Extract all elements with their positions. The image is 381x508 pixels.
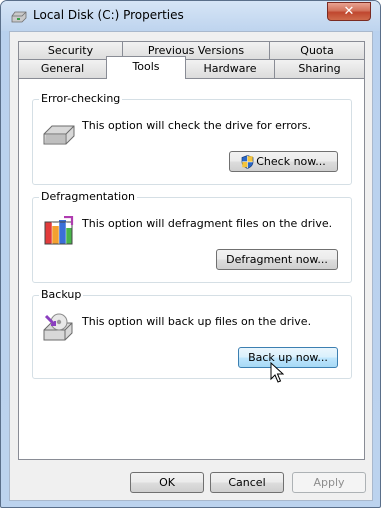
tab-label: Security [47, 44, 94, 57]
back-up-now-button[interactable]: Back up now... [238, 347, 338, 368]
apply-button[interactable]: Apply [292, 472, 366, 493]
button-label: Apply [313, 476, 345, 489]
backup-icon [43, 313, 73, 341]
defragment-now-button[interactable]: Defragment now... [216, 249, 338, 270]
close-icon: ✕ [343, 4, 355, 19]
tab-tools[interactable]: Tools [106, 56, 186, 79]
check-now-button[interactable]: Check now... [229, 151, 338, 172]
group-title: Error-checking [39, 92, 123, 105]
tab-sharing[interactable]: Sharing [274, 59, 365, 78]
mouse-cursor-icon [270, 362, 284, 383]
group-title: Backup [39, 288, 84, 301]
defragmentation-group: Defragmentation This option will defragm… [32, 190, 352, 283]
error-checking-group: Error-checking This option will check th… [32, 92, 352, 185]
tab-quota[interactable]: Quota [269, 41, 365, 60]
button-label: Cancel [228, 476, 266, 489]
tab-label: General [40, 62, 85, 75]
error-checking-description: This option will check the drive for err… [82, 119, 311, 132]
button-label: Back up now... [248, 351, 328, 364]
ok-button[interactable]: OK [130, 472, 204, 493]
tab-label: Tools [132, 60, 160, 73]
properties-window: Local Disk (C:) Properties ✕ Security Pr… [0, 0, 381, 508]
defragment-icon [44, 216, 74, 245]
uac-shield-icon [241, 154, 254, 169]
tools-panel: Error-checking This option will check th… [18, 78, 365, 460]
group-title: Defragmentation [39, 190, 137, 203]
title-bar[interactable]: Local Disk (C:) Properties ✕ [1, 1, 380, 31]
tab-label: Sharing [298, 62, 341, 75]
tab-label: Hardware [203, 62, 257, 75]
close-button[interactable]: ✕ [327, 2, 371, 21]
button-label: Check now... [256, 155, 326, 168]
hard-drive-icon [43, 125, 75, 145]
tab-hardware[interactable]: Hardware [185, 59, 275, 78]
window-title: Local Disk (C:) Properties [33, 8, 184, 22]
dialog-client: Security Previous Versions Quota General… [9, 31, 373, 501]
tab-label: Quota [300, 44, 334, 57]
cancel-button[interactable]: Cancel [210, 472, 284, 493]
defragmentation-description: This option will defragment files on the… [82, 217, 333, 230]
drive-icon [11, 11, 27, 23]
button-label: OK [159, 476, 175, 489]
tab-general[interactable]: General [18, 59, 107, 78]
backup-group: Backup This option will back up files on… [32, 288, 352, 379]
button-label: Defragment now... [226, 253, 328, 266]
backup-description: This option will back up files on the dr… [82, 315, 312, 328]
